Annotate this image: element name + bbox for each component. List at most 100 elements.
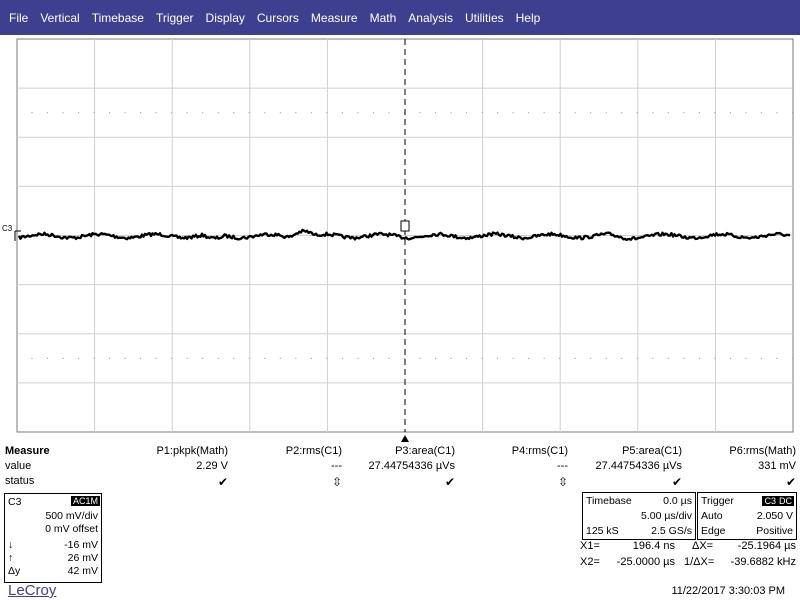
grid-dot — [279, 357, 281, 359]
grid-dot — [481, 112, 483, 114]
inv-dx-label: 1/ΔX= — [684, 556, 715, 568]
grid-dot — [481, 357, 483, 359]
grid-dot — [202, 357, 204, 359]
grid-dot — [791, 357, 794, 359]
x2-label: X2= — [580, 556, 600, 568]
measure-table: Measure P1:pkpk(Math) P2:rms(C1) P3:area(C… — [0, 445, 800, 493]
grid-dot — [574, 357, 576, 359]
measure-value-5: 27.44754336 µVs — [595, 460, 682, 472]
grid-dot — [729, 112, 732, 114]
menu-cursors[interactable]: Cursors — [252, 11, 304, 25]
timebase-label: Timebase — [586, 495, 632, 507]
trigger-time-marker-icon — [401, 435, 409, 442]
trigger-level-marker — [400, 220, 410, 232]
timebase-tdiv: 5.00 µs/div — [641, 510, 692, 522]
grid-dot — [590, 357, 592, 359]
grid-dot — [295, 112, 297, 114]
grid-dot — [372, 357, 375, 359]
measure-param-3[interactable]: P3:area(C1) — [395, 445, 455, 457]
channel-dy-value: 42 mV — [67, 565, 98, 577]
grid-dot — [171, 357, 173, 359]
grid-dot — [248, 357, 250, 359]
grid-dot — [403, 357, 406, 359]
grid-dot — [745, 357, 747, 359]
grid-dot — [295, 357, 297, 359]
grid-dot — [543, 112, 545, 114]
channel-offset: 0 mV offset — [45, 523, 98, 535]
measure-param-6[interactable]: P6:rms(Math) — [729, 445, 796, 457]
menu-file[interactable]: File — [4, 11, 33, 25]
grid-dot — [419, 357, 421, 359]
grid-dot — [450, 357, 452, 359]
menu-trigger[interactable]: Trigger — [151, 11, 199, 25]
measure-value-4: --- — [557, 460, 568, 472]
channel-descriptor-box[interactable]: C3 AC1M 500 mV/div 0 mV offset ↓ -16 mV … — [4, 493, 102, 583]
grid-dot — [233, 357, 235, 359]
measure-value-row: value 2.29 V --- 27.44754336 µVs --- 27.4475… — [0, 460, 800, 476]
menu-display[interactable]: Display — [201, 11, 250, 25]
up-arrow-label: ↑ — [8, 552, 14, 564]
grid-dot — [326, 357, 328, 359]
grid-dot — [559, 357, 561, 359]
grid-dot — [605, 112, 607, 114]
grid-dot — [745, 112, 747, 114]
grid-dot — [372, 112, 375, 114]
menu-help[interactable]: Help — [511, 11, 546, 25]
grid-dot — [264, 112, 266, 114]
grid-dot — [636, 112, 638, 114]
measure-param-1[interactable]: P1:pkpk(Math) — [156, 445, 228, 457]
grid-dot — [528, 357, 530, 359]
grid-dot — [621, 357, 623, 359]
menu-utilities[interactable]: Utilities — [460, 11, 509, 25]
timebase-box[interactable]: Timebase 0.0 µs 5.00 µs/div 125 kS 2.5 G… — [582, 492, 696, 540]
menu-measure[interactable]: Measure — [306, 11, 363, 25]
grid-dot — [636, 357, 638, 359]
datetime-display: 11/22/2017 3:30:03 PM — [671, 585, 785, 597]
measure-param-2[interactable]: P2:rms(C1) — [286, 445, 342, 457]
grid-dot — [621, 112, 623, 114]
status-check-icon: ✔ — [444, 475, 455, 489]
grid-dot — [559, 112, 561, 114]
menu-timebase[interactable]: Timebase — [87, 11, 149, 25]
grid-dot — [233, 112, 235, 114]
menu-math[interactable]: Math — [365, 11, 402, 25]
grid-dot — [652, 357, 654, 359]
trigger-box[interactable]: Trigger C3 DC Auto 2.050 V Edge Positive — [697, 492, 797, 540]
grid-dot — [388, 357, 390, 359]
measure-param-4[interactable]: P4:rms(C1) — [512, 445, 568, 457]
waveform-plot[interactable]: C3 — [0, 35, 800, 445]
menu-analysis[interactable]: Analysis — [403, 11, 458, 25]
trigger-slope: Positive — [756, 525, 793, 537]
dx-label: ΔX= — [692, 540, 714, 552]
scope-display[interactable]: C3 — [0, 35, 800, 445]
measure-value-6: 331 mV — [758, 460, 796, 472]
grid-dot — [248, 112, 250, 114]
status-diamond-icon: ⇳ — [331, 475, 342, 489]
grid-dot — [202, 112, 204, 114]
status-check-icon: ✔ — [785, 475, 796, 489]
grid-dot — [760, 357, 763, 359]
measure-title: Measure — [5, 445, 50, 457]
grid-dot — [683, 112, 685, 114]
grid-dot — [434, 112, 437, 114]
down-arrow-label: ↓ — [8, 539, 14, 551]
grid-dot — [465, 357, 468, 359]
menu-vertical[interactable]: Vertical — [35, 11, 84, 25]
grid-dot — [217, 112, 219, 114]
grid-dot — [388, 112, 390, 114]
grid-dot — [574, 112, 576, 114]
grid-dot — [776, 112, 778, 114]
grid-dot — [450, 112, 452, 114]
grid-dot — [652, 112, 654, 114]
grid-dot — [31, 112, 33, 114]
value-row-label: value — [5, 460, 32, 472]
grid-dot — [667, 357, 669, 359]
timebase-rate: 2.5 GS/s — [651, 525, 692, 537]
measure-param-5[interactable]: P5:area(C1) — [622, 445, 682, 457]
grid-dot — [109, 357, 111, 359]
grid-dot — [497, 112, 499, 114]
grid-dot — [109, 112, 111, 114]
grid-dot — [683, 357, 685, 359]
grid-dot — [310, 112, 312, 114]
grid-dot — [155, 357, 157, 359]
